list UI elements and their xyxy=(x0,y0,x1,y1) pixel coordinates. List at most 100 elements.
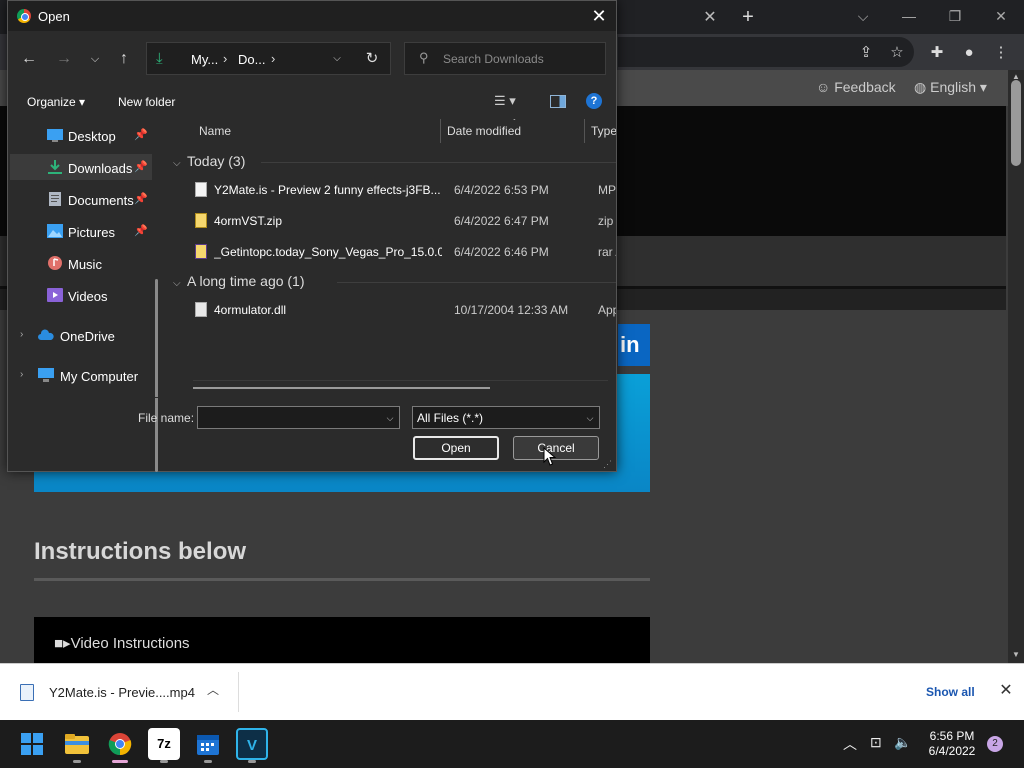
nav-item-videos[interactable]: Videos xyxy=(10,282,152,308)
linkedin-share-button[interactable]: in xyxy=(618,324,650,366)
chevron-down-icon[interactable]: ⌵ xyxy=(329,51,345,67)
search-box[interactable]: ⚲ xyxy=(404,42,606,75)
window-close-icon[interactable]: ✕ xyxy=(986,4,1016,28)
nav-item-desktop[interactable]: Desktop 📌 xyxy=(10,122,152,148)
file-row[interactable]: 4ormulator.dll 10/17/2004 12:33 AM Appli xyxy=(185,297,616,323)
file-explorer-icon[interactable] xyxy=(61,728,93,760)
app-indicator xyxy=(248,760,256,763)
minimize-icon[interactable]: — xyxy=(894,4,924,28)
column-header-date[interactable]: Date modified xyxy=(447,124,521,138)
column-divider[interactable] xyxy=(440,119,441,143)
vegas-icon[interactable]: V xyxy=(236,728,268,760)
view-options-icon[interactable]: ☰ ▾ xyxy=(494,93,530,111)
file-name-field[interactable]: ⌵ xyxy=(197,406,400,429)
documents-icon xyxy=(49,192,61,206)
feedback-link[interactable]: ☺ Feedback xyxy=(816,79,896,95)
restore-icon[interactable]: ❐ xyxy=(940,4,970,28)
file-type-filter-value: All Files (*.*) xyxy=(417,411,484,425)
new-tab-button[interactable]: + xyxy=(737,6,759,28)
file-row[interactable]: _Getintopc.today_Sony_Vegas_Pro_15.0.0..… xyxy=(185,239,616,265)
file-name-label: File name: xyxy=(138,411,195,425)
recent-locations-icon[interactable]: ⌵ xyxy=(84,48,106,70)
up-arrow-icon[interactable]: ↑ xyxy=(113,48,135,70)
nav-item-pictures[interactable]: Pictures 📌 xyxy=(10,218,152,244)
language-label: English xyxy=(930,79,977,95)
refresh-icon[interactable]: ↻ xyxy=(363,50,381,68)
chevron-right-icon[interactable]: › xyxy=(20,369,23,380)
organize-button[interactable]: Organize ▾ xyxy=(27,95,85,109)
search-input[interactable] xyxy=(443,50,593,68)
file-name-input[interactable] xyxy=(202,410,372,426)
clock-date: 6/4/2022 xyxy=(928,744,976,758)
video-instructions-box[interactable]: ■▸Video Instructions xyxy=(34,617,650,663)
close-icon[interactable]: ✕ xyxy=(588,5,610,27)
rar-file-icon xyxy=(195,244,207,259)
nav-item-my-computer[interactable]: › My Computer xyxy=(10,362,152,388)
network-icon[interactable]: ⊡ xyxy=(870,734,882,751)
chevron-up-icon[interactable]: ︿ xyxy=(205,682,221,698)
pin-icon[interactable]: 📌 xyxy=(134,128,148,141)
volume-icon[interactable]: 🔈 xyxy=(894,734,911,751)
nav-scrollbar[interactable] xyxy=(155,279,158,472)
address-bar[interactable]: ⤓ My... › Do... › ⌵ ↻ xyxy=(146,42,391,75)
show-all-button[interactable]: Show all xyxy=(926,685,975,699)
back-arrow-icon[interactable]: ← xyxy=(18,48,40,70)
share-icon[interactable]: ⇪ xyxy=(855,42,877,64)
notification-badge[interactable]: 2 xyxy=(987,736,1003,752)
menu-icon[interactable]: ⋮ xyxy=(990,42,1012,64)
breadcrumb-item[interactable]: My... xyxy=(191,52,218,67)
nav-item-downloads[interactable]: Downloads 📌 xyxy=(10,154,152,180)
pin-icon[interactable]: 📌 xyxy=(134,224,148,237)
pin-icon[interactable]: 📌 xyxy=(134,160,148,173)
forward-arrow-icon[interactable]: → xyxy=(53,48,75,70)
resize-grip-icon[interactable]: ⋰ xyxy=(603,459,613,469)
nav-item-music[interactable]: Music xyxy=(10,250,152,276)
page-scrollbar[interactable]: ▲ ▼ xyxy=(1008,70,1024,663)
column-header-type[interactable]: Type xyxy=(591,124,616,138)
new-folder-button[interactable]: New folder xyxy=(118,95,175,109)
group-header-today[interactable]: ⌵ Today (3) xyxy=(173,153,245,169)
horizontal-scrollbar[interactable] xyxy=(193,387,490,389)
language-selector[interactable]: ◍ English ▾ xyxy=(914,79,987,96)
column-header-name[interactable]: Name xyxy=(199,124,231,138)
open-file-dialog: Open ✕ ← → ⌵ ↑ ⤓ My... › Do... › ⌵ ↻ ⚲ O… xyxy=(7,0,617,472)
group-divider xyxy=(261,162,616,163)
calendar-icon[interactable] xyxy=(192,728,224,760)
open-button[interactable]: Open xyxy=(413,436,499,460)
chrome-icon[interactable] xyxy=(104,728,136,760)
group-header-long-ago[interactable]: ⌵ A long time ago (1) xyxy=(173,273,305,289)
close-icon[interactable]: ✕ xyxy=(997,682,1015,700)
videos-icon xyxy=(47,288,63,302)
7zip-icon[interactable]: 7z xyxy=(148,728,180,760)
scroll-thumb[interactable] xyxy=(1011,80,1021,166)
download-item-name[interactable]: Y2Mate.is - Previe....mp4 xyxy=(49,685,195,700)
nav-item-documents[interactable]: Documents 📌 xyxy=(10,186,152,212)
file-list: Name ⌄ Date modified Type ⌵Today (3) Y2M… xyxy=(165,119,616,397)
file-row[interactable]: Y2Mate.is - Preview 2 funny effects-j3FB… xyxy=(185,177,616,203)
help-icon[interactable]: ? xyxy=(586,93,602,109)
column-divider[interactable] xyxy=(584,119,585,143)
nav-item-onedrive[interactable]: › OneDrive xyxy=(10,322,152,348)
tab-search-icon[interactable]: ⌵ xyxy=(848,4,878,28)
clock[interactable]: 6:56 PM 6/4/2022 xyxy=(922,729,982,759)
pin-icon[interactable]: 📌 xyxy=(134,192,148,205)
file-type-filter[interactable]: All Files (*.*) ⌵ xyxy=(412,406,600,429)
tab-close-icon[interactable]: ✕ xyxy=(700,8,720,28)
start-icon[interactable] xyxy=(16,728,48,760)
taskbar: 7z V ︿ ⊡ 🔈 6:56 PM 6/4/2022 2 xyxy=(0,720,1024,768)
breadcrumb-chevron-icon[interactable]: › xyxy=(271,51,275,66)
file-name: 4ormulator.dll xyxy=(214,303,287,317)
file-row[interactable]: 4ormVST.zip 6/4/2022 6:47 PM zip A xyxy=(185,208,616,234)
app-indicator xyxy=(160,760,168,763)
chevron-up-icon[interactable]: ︿ xyxy=(843,734,857,754)
chevron-right-icon[interactable]: › xyxy=(20,329,23,340)
profile-icon[interactable]: ● xyxy=(958,42,980,64)
breadcrumb-item[interactable]: Do... xyxy=(238,52,265,67)
breadcrumb-chevron-icon[interactable]: › xyxy=(223,51,227,66)
scroll-down-icon[interactable]: ▼ xyxy=(1008,650,1024,662)
bookmark-star-icon[interactable]: ☆ xyxy=(886,42,908,64)
chevron-down-icon[interactable]: ⌵ xyxy=(583,411,597,425)
chevron-down-icon[interactable]: ⌵ xyxy=(383,411,397,425)
extensions-icon[interactable]: ✚ xyxy=(926,42,948,64)
preview-pane-icon[interactable] xyxy=(550,95,566,108)
